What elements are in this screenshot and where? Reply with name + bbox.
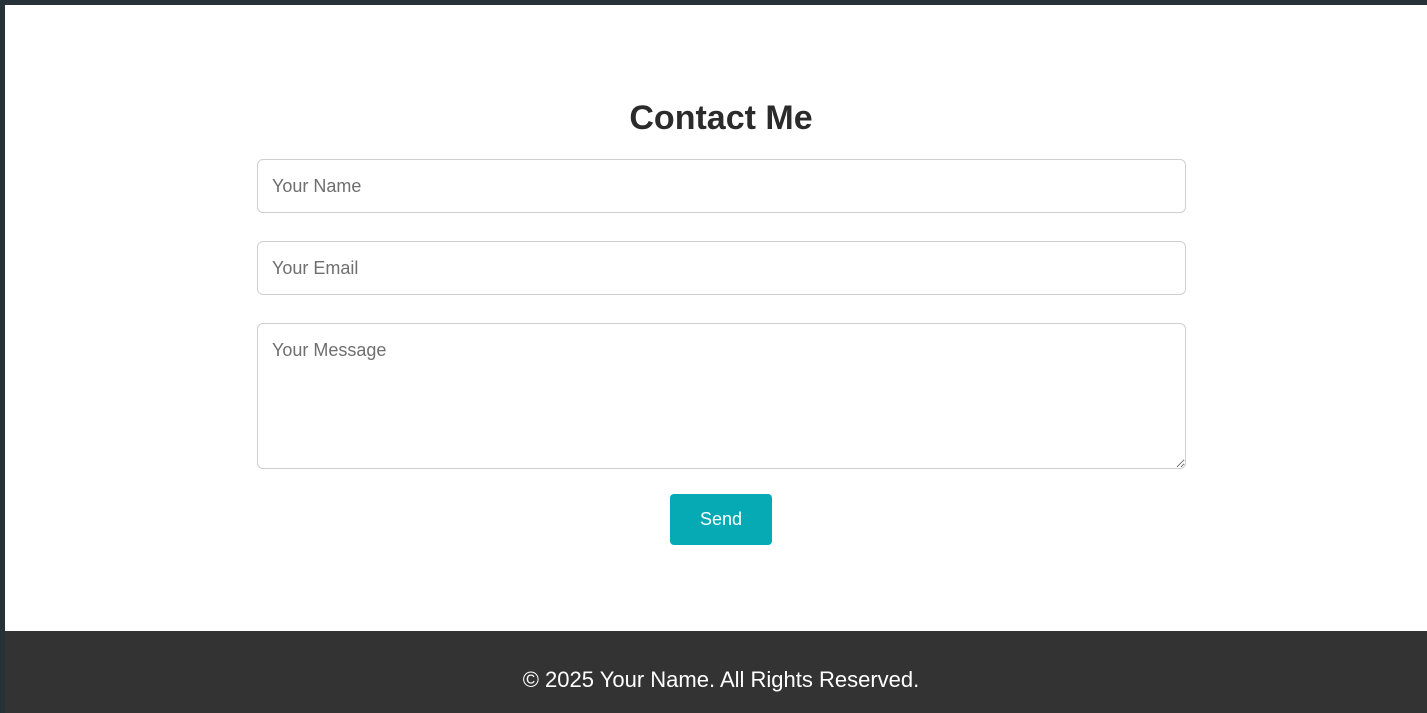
email-input[interactable] bbox=[257, 241, 1186, 295]
send-button[interactable]: Send bbox=[670, 494, 772, 545]
copyright-text: © 2025 Your Name. All Rights Reserved. bbox=[522, 667, 920, 692]
contact-section: Contact Me Send bbox=[5, 5, 1427, 631]
page: Contact Me Send © 2025 Your Name. All Ri… bbox=[5, 5, 1427, 713]
footer: © 2025 Your Name. All Rights Reserved. bbox=[5, 631, 1427, 713]
name-input[interactable] bbox=[257, 159, 1186, 213]
message-textarea[interactable] bbox=[257, 323, 1186, 469]
page-title: Contact Me bbox=[629, 99, 813, 137]
